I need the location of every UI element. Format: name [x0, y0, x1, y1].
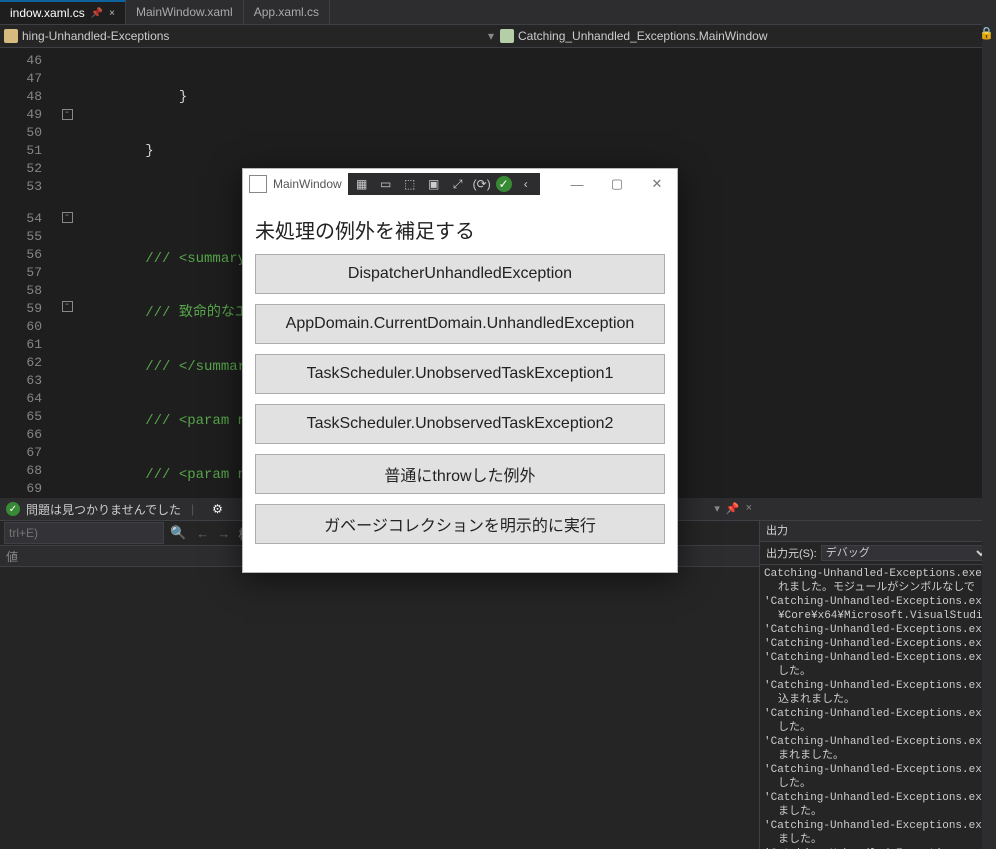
running-app-window[interactable]: MainWindow ▦ ▭ ⬚ ▣ ⤢ (⟳) ✓ ‹ — ▢ ✕ 未処理の例… — [242, 168, 678, 573]
hot-reload-icon[interactable]: (⟳) — [472, 175, 492, 193]
search-input[interactable] — [4, 522, 164, 544]
gear-icon[interactable]: ⚙ — [212, 502, 223, 516]
check-icon: ✓ — [6, 502, 20, 516]
close-button[interactable]: ✕ — [637, 169, 677, 199]
close-icon[interactable]: × — [746, 502, 752, 515]
dispatcher-exception-button[interactable]: DispatcherUnhandledException — [255, 254, 665, 294]
app-icon — [249, 175, 267, 193]
close-icon[interactable]: × — [109, 8, 115, 19]
display-layout-icon[interactable]: ▣ — [424, 175, 444, 193]
tab-label: MainWindow.xaml — [136, 5, 233, 19]
titlebar[interactable]: MainWindow ▦ ▭ ⬚ ▣ ⤢ (⟳) ✓ ‹ — ▢ ✕ — [243, 169, 677, 199]
xaml-debug-toolbar: ▦ ▭ ⬚ ▣ ⤢ (⟳) ✓ ‹ — [348, 173, 540, 195]
select-element-icon[interactable]: ⬚ — [400, 175, 420, 193]
panel-controls: ▾ 📌 × — [714, 502, 752, 515]
output-source-select[interactable]: デバッグ — [821, 545, 990, 561]
window-title: MainWindow — [273, 177, 342, 191]
fold-toggle[interactable]: - — [62, 109, 73, 120]
lock-icon: 🔒 — [979, 26, 994, 40]
pin-icon[interactable]: 📌 — [726, 502, 740, 515]
taskscheduler-exception2-button[interactable]: TaskScheduler.UnobservedTaskException2 — [255, 404, 665, 444]
page-heading: 未処理の例外を補足する — [255, 215, 665, 244]
output-source: 出力元(S): デバッグ — [760, 542, 996, 565]
taskscheduler-exception1-button[interactable]: TaskScheduler.UnobservedTaskException1 — [255, 354, 665, 394]
output-panel: 出力 出力元(S): デバッグ Catching-Unhandled-Excep… — [759, 520, 996, 849]
tab-mainwindow-xaml[interactable]: MainWindow.xaml — [126, 0, 244, 24]
live-visual-tree-icon[interactable]: ▦ — [352, 175, 372, 193]
document-tabs: indow.xaml.cs 📌 × MainWindow.xaml App.xa… — [0, 0, 996, 25]
line-number-gutter: 464748 495051 5253 545556 575859 606162 … — [0, 48, 60, 498]
tab-label: indow.xaml.cs — [10, 6, 85, 20]
class-text: Catching_Unhandled_Exceptions.MainWindow — [518, 29, 767, 43]
tab-app-cs[interactable]: App.xaml.cs — [244, 0, 330, 24]
fold-toggle[interactable]: - — [62, 212, 73, 223]
namespace-icon — [4, 29, 18, 43]
maximize-button[interactable]: ▢ — [597, 169, 637, 199]
output-title: 出力 — [760, 521, 996, 542]
breadcrumb: hing-Unhandled-Exceptions ▾ Catching_Unh… — [0, 25, 996, 48]
appdomain-exception-button[interactable]: AppDomain.CurrentDomain.UnhandledExcepti… — [255, 304, 665, 344]
fold-toggle[interactable]: - — [62, 301, 73, 312]
toggle-tool-icon[interactable]: ▭ — [376, 175, 396, 193]
tab-mainwindow-cs[interactable]: indow.xaml.cs 📌 × — [0, 0, 126, 24]
vertical-scrollbar[interactable]: 🔒 — [982, 0, 996, 849]
track-focus-icon[interactable]: ⤢ — [448, 175, 468, 193]
tab-label: App.xaml.cs — [254, 5, 319, 19]
status-text: 問題は見つかりませんでした — [26, 501, 181, 518]
output-body[interactable]: Catching-Unhandled-Exceptions.exe (Cれました… — [760, 565, 996, 849]
namespace-text: hing-Unhandled-Exceptions — [22, 29, 169, 43]
nav-back-icon[interactable]: ← — [196, 526, 209, 541]
search-icon[interactable]: 🔍 — [170, 525, 186, 541]
minimize-button[interactable]: — — [557, 169, 597, 199]
chevron-left-icon[interactable]: ‹ — [516, 175, 536, 193]
gc-collect-button[interactable]: ガベージコレクションを明示的に実行 — [255, 504, 665, 544]
app-body: 未処理の例外を補足する DispatcherUnhandledException… — [243, 199, 677, 572]
namespace-dropdown[interactable]: hing-Unhandled-Exceptions ▾ — [0, 29, 500, 43]
status-ok-icon: ✓ — [496, 176, 512, 192]
class-dropdown[interactable]: Catching_Unhandled_Exceptions.MainWindow… — [500, 29, 996, 43]
plain-throw-button[interactable]: 普通にthrowした例外 — [255, 454, 665, 494]
nav-forward-icon[interactable]: → — [217, 526, 230, 541]
output-source-label: 出力元(S): — [766, 545, 817, 561]
fold-gutter[interactable]: - - - — [60, 48, 74, 498]
class-icon — [500, 29, 514, 43]
chevron-down-icon[interactable]: ▾ — [714, 502, 720, 515]
chevron-down-icon: ▾ — [482, 29, 500, 43]
pin-icon[interactable]: 📌 — [91, 8, 103, 19]
